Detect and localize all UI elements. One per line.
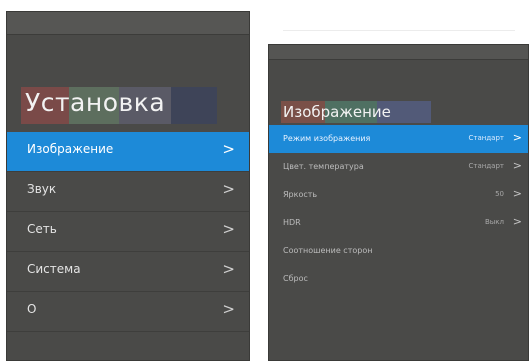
- menu-item-value: Стандарт: [468, 162, 504, 170]
- settings-title: Установка: [21, 87, 217, 124]
- search-bar[interactable]: [283, 14, 515, 31]
- menu-item-label: Цвет. температура: [283, 162, 364, 171]
- menu-item-label: О: [27, 302, 37, 316]
- picture-menu: Режим изображения Стандарт > Цвет. темпе…: [269, 125, 528, 293]
- settings-panel: Установка Изображение > Звук > Сеть > Си…: [6, 11, 250, 361]
- chevron-right-icon: >: [512, 131, 522, 144]
- menu-item-aspect-ratio[interactable]: Соотношение сторон: [269, 237, 528, 265]
- menu-item-label: Звук: [27, 182, 57, 196]
- chevron-right-icon: >: [512, 215, 522, 228]
- menu-item-hdr[interactable]: HDR Выкл >: [269, 209, 528, 237]
- menu-item-network[interactable]: Сеть >: [7, 212, 249, 252]
- menu-item-label: Режим изображения: [283, 134, 371, 143]
- menu-item-picture-mode[interactable]: Режим изображения Стандарт >: [269, 125, 528, 153]
- menu-item-value: Выкл: [484, 218, 504, 226]
- menu-item-value: 50: [495, 190, 504, 198]
- chevron-right-icon: >: [222, 140, 235, 158]
- chevron-right-icon: >: [222, 260, 235, 278]
- menu-item-color-temperature[interactable]: Цвет. температура Стандарт >: [269, 153, 528, 181]
- menu-item-picture[interactable]: Изображение >: [7, 132, 249, 172]
- menu-item-sound[interactable]: Звук >: [7, 172, 249, 212]
- menu-item-brightness[interactable]: Яркость 50 >: [269, 181, 528, 209]
- menu-item-label: Яркость: [283, 190, 318, 199]
- menu-item-label: Сброс: [283, 274, 308, 283]
- chevron-right-icon: >: [512, 159, 522, 172]
- picture-title-text: Изображение: [283, 103, 391, 121]
- menu-item-value: Стандарт: [468, 134, 504, 142]
- picture-settings-panel: Изображение Режим изображения Стандарт >…: [268, 44, 529, 361]
- chevron-right-icon: >: [222, 220, 235, 238]
- settings-menu: Изображение > Звук > Сеть > Система > О …: [7, 132, 249, 332]
- panel-header: Изображение: [269, 60, 528, 125]
- menu-item-system[interactable]: Система >: [7, 252, 249, 292]
- chevron-right-icon: >: [222, 300, 235, 318]
- chevron-right-icon: >: [512, 187, 522, 200]
- picture-title: Изображение: [281, 101, 431, 123]
- menu-item-label: Соотношение сторон: [283, 246, 373, 255]
- chevron-right-icon: >: [222, 180, 235, 198]
- menu-item-reset[interactable]: Сброс: [269, 265, 528, 293]
- menu-item-label: Сеть: [27, 222, 57, 236]
- menu-item-about[interactable]: О >: [7, 292, 249, 332]
- panel-top-bar: [7, 12, 249, 35]
- panel-header: Установка: [7, 35, 249, 132]
- menu-item-label: HDR: [283, 218, 301, 227]
- settings-title-text: Установка: [25, 88, 166, 117]
- panel-top-bar: [269, 45, 528, 60]
- menu-item-label: Система: [27, 262, 81, 276]
- menu-item-label: Изображение: [27, 142, 114, 156]
